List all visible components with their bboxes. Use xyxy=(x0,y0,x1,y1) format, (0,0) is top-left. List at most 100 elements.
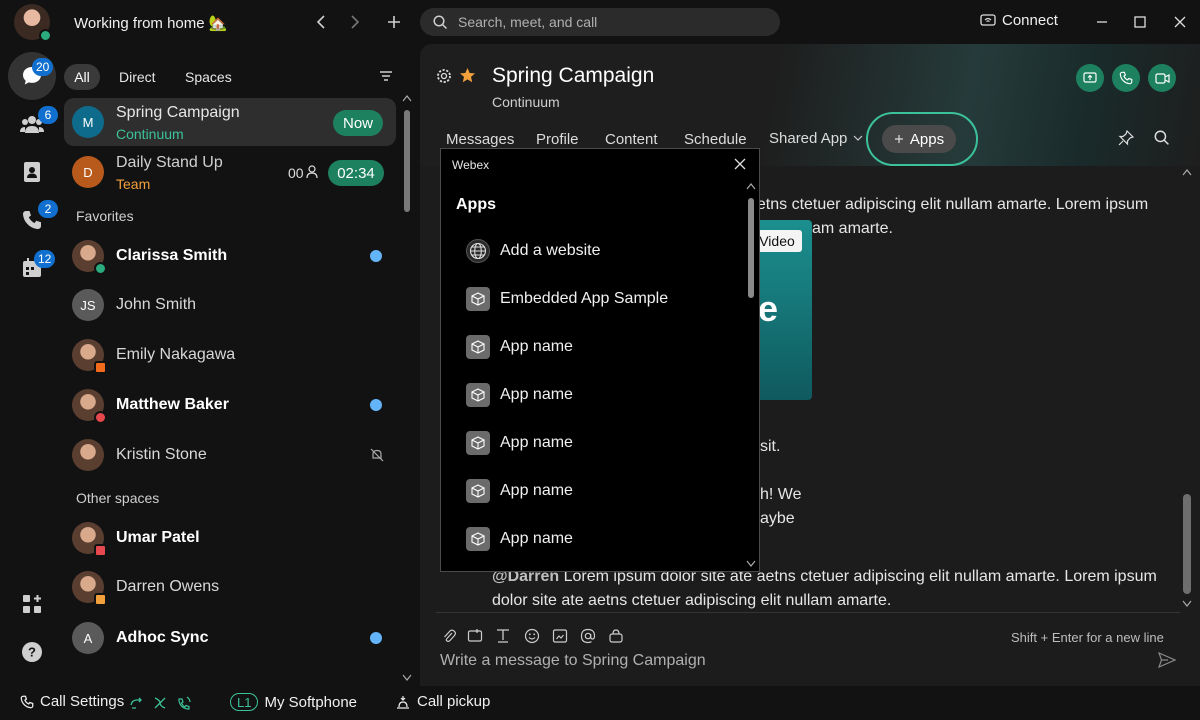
plus-icon[interactable] xyxy=(384,12,404,32)
app-item-label: App name xyxy=(500,338,573,355)
attachment-icon[interactable] xyxy=(441,628,457,644)
presence-in-meeting-icon xyxy=(94,361,107,374)
share-screen-button[interactable] xyxy=(1076,64,1104,92)
tab-messages[interactable]: Messages xyxy=(446,131,514,148)
favorite-star-icon[interactable] xyxy=(459,67,476,84)
message-text: aetns ctetuer adipiscing elit nullam ama… xyxy=(748,196,1149,213)
app-item-label: App name xyxy=(500,386,573,403)
message-text: aybe xyxy=(760,510,795,527)
close-window-icon[interactable] xyxy=(1172,14,1188,30)
contact-name: Clarissa Smith xyxy=(116,247,228,264)
conversation-darren-owens[interactable]: Darren Owens xyxy=(64,563,396,611)
conversation-kristin-stone[interactable]: Kristin Stone xyxy=(64,431,396,479)
filter-all-tab[interactable]: All xyxy=(64,64,100,90)
filter-direct-tab[interactable]: Direct xyxy=(119,69,156,85)
conversation-matthew-baker[interactable]: Matthew Baker xyxy=(64,381,396,429)
conversation-emily-nakagawa[interactable]: Emily Nakagawa xyxy=(64,331,396,379)
space-team-name[interactable]: Continuum xyxy=(492,94,560,110)
format-text-icon[interactable] xyxy=(495,628,511,644)
app-list-item[interactable]: App name xyxy=(456,423,736,463)
meeting-timer-button[interactable]: 02:34 xyxy=(328,160,384,186)
minimize-icon[interactable] xyxy=(1094,14,1110,30)
app-cube-icon xyxy=(466,431,490,455)
messaging-nav[interactable]: 20 xyxy=(8,52,56,100)
conversation-clarissa-smith[interactable]: Clarissa Smith xyxy=(64,232,396,280)
favorites-label: Favorites xyxy=(76,208,134,224)
filter-spaces-tab[interactable]: Spaces xyxy=(185,69,232,85)
maximize-icon[interactable] xyxy=(1132,14,1148,30)
line-selector[interactable]: L1 My Softphone xyxy=(230,693,357,711)
app-list-item[interactable]: App name xyxy=(456,471,736,511)
space-title: Spring Campaign xyxy=(492,64,655,87)
call-pickup-button[interactable]: Call pickup xyxy=(395,693,490,710)
pin-icon[interactable] xyxy=(1118,130,1134,146)
app-item-label: Add a website xyxy=(500,242,601,259)
apps-tab-button[interactable]: Apps xyxy=(882,125,956,153)
forward-arrow-icon[interactable] xyxy=(344,12,364,32)
connect-label: Connect xyxy=(1002,12,1058,29)
presence-available-icon xyxy=(94,262,107,275)
contact-name: Matthew Baker xyxy=(116,396,229,413)
conversation-daily-stand-up[interactable]: D Daily Stand Up Team 00 02:34 xyxy=(64,148,396,196)
mention-icon[interactable] xyxy=(580,628,596,644)
close-icon[interactable] xyxy=(733,157,747,171)
popup-scroll-thumb[interactable] xyxy=(748,198,754,298)
tab-shared-app[interactable]: Shared App xyxy=(769,130,847,147)
chevron-down-icon[interactable] xyxy=(852,132,864,144)
user-avatar[interactable] xyxy=(14,4,52,42)
conversation-john-smith[interactable]: JS John Smith xyxy=(64,281,396,329)
tab-schedule[interactable]: Schedule xyxy=(684,131,747,148)
app-list-item[interactable]: App name xyxy=(456,375,736,415)
app-list-item[interactable]: Embedded App Sample xyxy=(456,279,736,319)
settings-gear-icon[interactable] xyxy=(436,68,452,84)
app-item-label: App name xyxy=(500,482,573,499)
app-list-item[interactable]: App name xyxy=(456,327,736,367)
list-scroll-thumb[interactable] xyxy=(404,110,410,212)
search-in-space-icon[interactable] xyxy=(1154,130,1170,146)
messages-scroll-thumb[interactable] xyxy=(1183,494,1191,594)
apps-nav[interactable] xyxy=(8,580,56,628)
unread-dot xyxy=(370,399,382,411)
call-pickup-icon xyxy=(395,694,411,710)
plus-icon xyxy=(894,134,904,144)
participant-count: 00 xyxy=(288,165,304,181)
line-badge: L1 xyxy=(230,693,259,711)
space-avatar: M xyxy=(72,106,104,138)
calling-nav[interactable]: 2 xyxy=(8,196,58,244)
video-call-button[interactable] xyxy=(1148,64,1176,92)
help-nav[interactable]: ? xyxy=(8,628,56,676)
audio-call-button[interactable] xyxy=(1112,64,1140,92)
contacts-nav[interactable] xyxy=(8,148,56,196)
do-not-disturb-calls-icon[interactable] xyxy=(152,695,168,711)
apps-grid-icon xyxy=(21,593,43,615)
message-composer-input[interactable] xyxy=(440,650,1140,672)
avatar: JS xyxy=(72,289,104,321)
contact-name: Darren Owens xyxy=(116,578,220,595)
status-message[interactable]: Working from home 🏡 xyxy=(74,14,227,32)
apps-composer-icon[interactable] xyxy=(608,628,624,644)
search-bar[interactable] xyxy=(420,8,780,36)
search-input[interactable] xyxy=(458,8,768,36)
meetings-nav[interactable]: 12 xyxy=(8,244,56,292)
app-list-item[interactable]: App name xyxy=(456,519,736,559)
app-item-label: Embedded App Sample xyxy=(500,290,669,307)
add-website-item[interactable]: Add a website xyxy=(456,231,736,271)
send-icon[interactable] xyxy=(1158,652,1176,668)
conversation-spring-campaign[interactable]: M Spring Campaign Continuum Now xyxy=(64,98,396,146)
tab-profile[interactable]: Profile xyxy=(536,131,579,148)
connect-button[interactable]: Connect xyxy=(980,12,1058,29)
screenshot-icon[interactable] xyxy=(467,628,483,644)
filter-icon[interactable] xyxy=(378,68,394,84)
conversation-umar-patel[interactable]: Umar Patel xyxy=(64,514,396,562)
teams-nav[interactable]: 6 xyxy=(8,100,58,148)
voicemail-icon[interactable] xyxy=(176,695,192,711)
gif-icon[interactable] xyxy=(552,628,568,644)
conversation-adhoc-sync[interactable]: A Adhoc Sync xyxy=(64,614,396,662)
back-arrow-icon[interactable] xyxy=(312,12,332,32)
call-forward-icon[interactable] xyxy=(129,695,145,711)
emoji-icon[interactable] xyxy=(524,628,540,644)
avatar xyxy=(72,389,107,424)
call-settings-button[interactable]: Call Settings xyxy=(20,693,124,710)
join-now-button[interactable]: Now xyxy=(333,110,383,136)
tab-content[interactable]: Content xyxy=(605,131,658,148)
